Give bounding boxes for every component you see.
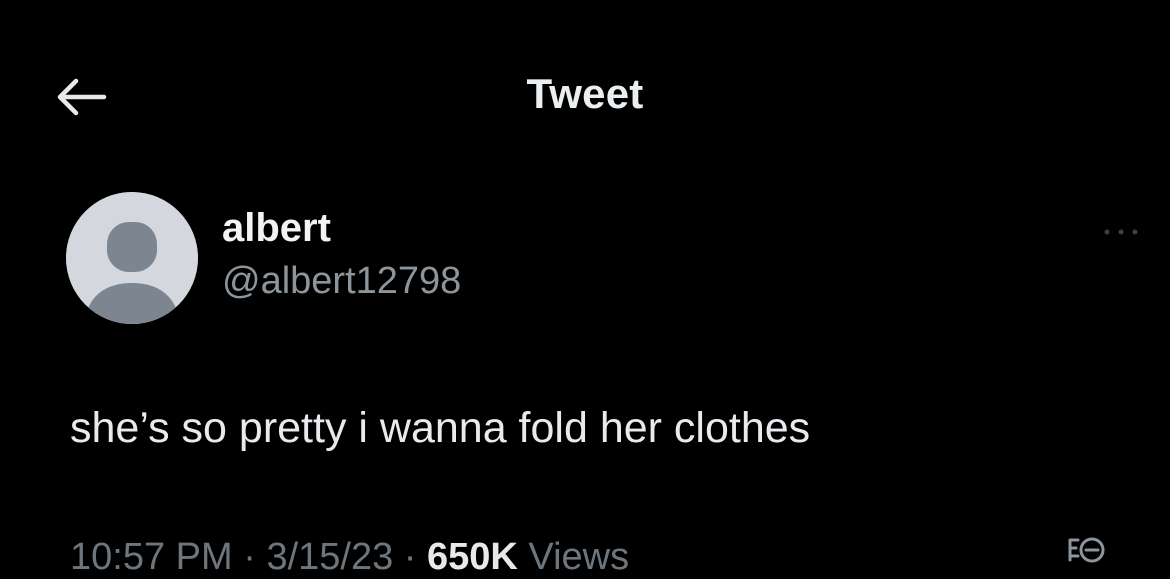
tweet-time[interactable]: 10:57 PM bbox=[70, 536, 233, 578]
analytics-button[interactable] bbox=[1062, 530, 1110, 570]
views-count[interactable]: 650K bbox=[427, 536, 518, 578]
default-avatar-icon bbox=[66, 192, 198, 324]
more-options-button[interactable] bbox=[1086, 212, 1156, 252]
page-title: Tweet bbox=[526, 70, 644, 117]
display-name[interactable]: albert bbox=[222, 206, 331, 251]
meta-separator: · bbox=[243, 536, 256, 578]
avatar[interactable] bbox=[66, 192, 198, 324]
meta-separator: · bbox=[403, 536, 417, 578]
views-label: Views bbox=[528, 536, 630, 578]
tweet-date[interactable]: 3/15/23 bbox=[266, 536, 393, 578]
user-handle: @albert12798 bbox=[222, 260, 462, 302]
tweet-author: albert @albert12798 bbox=[66, 192, 1166, 332]
tweet-text: she’s so pretty i wanna fold her clothes bbox=[70, 404, 811, 452]
analytics-icon bbox=[1068, 537, 1105, 563]
tweet-meta: 10:57 PM · 3/15/23 · 650K Views bbox=[70, 536, 629, 579]
top-bar: Tweet bbox=[0, 0, 1170, 190]
more-horizontal-icon bbox=[1104, 229, 1138, 235]
